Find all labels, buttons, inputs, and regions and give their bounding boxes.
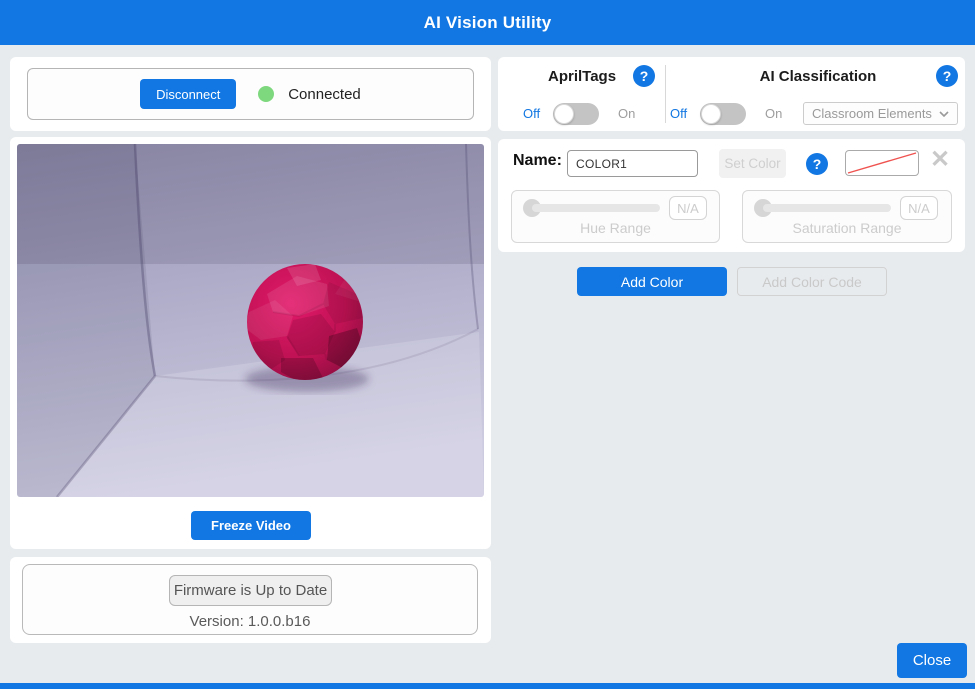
color-help-icon[interactable]: ? bbox=[806, 153, 828, 175]
connected-status-dot-icon bbox=[258, 86, 274, 102]
color-name-label: Name: bbox=[513, 152, 562, 170]
connection-status-text: Connected bbox=[288, 86, 361, 103]
set-color-button[interactable]: Set Color bbox=[719, 149, 786, 178]
saturation-range-group: N/A Saturation Range bbox=[742, 190, 952, 243]
freeze-video-button[interactable]: Freeze Video bbox=[191, 511, 311, 540]
firmware-version-text: Version: 1.0.0.b16 bbox=[23, 613, 477, 630]
apriltags-toggle[interactable] bbox=[553, 103, 599, 125]
saturation-value-box: N/A bbox=[900, 196, 938, 220]
footer-accent-strip bbox=[0, 683, 975, 689]
hue-range-group: N/A Hue Range bbox=[511, 190, 720, 243]
ai-vision-utility-window: AI Vision Utility Disconnect Connected bbox=[0, 0, 975, 689]
ai-classification-toggle[interactable] bbox=[700, 103, 746, 125]
apriltags-title: AprilTags bbox=[548, 68, 616, 85]
close-button[interactable]: Close bbox=[897, 643, 967, 678]
ai-classification-help-icon[interactable]: ? bbox=[936, 65, 958, 87]
apriltags-toggle-knob bbox=[554, 104, 574, 124]
saturation-range-label: Saturation Range bbox=[743, 220, 951, 236]
chevron-down-icon bbox=[939, 111, 949, 117]
firmware-status-button[interactable]: Firmware is Up to Date bbox=[169, 575, 332, 606]
firmware-status-box: Firmware is Up to Date Version: 1.0.0.b1… bbox=[22, 564, 478, 635]
no-color-diagonal-icon bbox=[846, 151, 918, 175]
add-color-code-button[interactable]: Add Color Code bbox=[737, 267, 887, 296]
disconnect-button[interactable]: Disconnect bbox=[140, 79, 236, 109]
color-config-panel: Name: Set Color ? ✕ N/A Hue Range N/A Sa… bbox=[498, 139, 965, 252]
ai-classification-title: AI Classification bbox=[728, 68, 908, 85]
section-divider bbox=[665, 65, 666, 123]
ai-classification-toggle-knob bbox=[701, 104, 721, 124]
connection-panel: Disconnect Connected bbox=[10, 57, 491, 131]
ai-classification-off-label: Off bbox=[670, 106, 687, 121]
remove-color-icon[interactable]: ✕ bbox=[930, 148, 950, 172]
color-name-input[interactable] bbox=[567, 150, 698, 177]
apriltags-help-icon[interactable]: ? bbox=[633, 65, 655, 87]
apriltags-off-label: Off bbox=[523, 106, 540, 121]
classification-model-value: Classroom Elements bbox=[812, 106, 932, 121]
add-color-button[interactable]: Add Color bbox=[577, 267, 727, 296]
hue-range-label: Hue Range bbox=[512, 220, 719, 236]
saturation-slider-track[interactable] bbox=[763, 204, 891, 212]
color-swatch bbox=[845, 150, 919, 176]
firmware-panel: Firmware is Up to Date Version: 1.0.0.b1… bbox=[10, 557, 491, 643]
title-bar: AI Vision Utility bbox=[0, 0, 975, 45]
page-title: AI Vision Utility bbox=[424, 13, 552, 33]
video-panel: Freeze Video bbox=[10, 137, 491, 549]
camera-feed-image bbox=[17, 144, 484, 497]
classification-model-select[interactable]: Classroom Elements bbox=[803, 102, 958, 125]
hue-value-box: N/A bbox=[669, 196, 707, 220]
connection-status-box: Disconnect Connected bbox=[27, 68, 474, 120]
apriltags-on-label: On bbox=[618, 106, 635, 121]
hue-slider-track[interactable] bbox=[532, 204, 660, 212]
detection-toggles-panel: AprilTags ? Off On AI Classification ? O… bbox=[498, 57, 965, 131]
ai-classification-on-label: On bbox=[765, 106, 782, 121]
camera-feed bbox=[17, 144, 484, 497]
